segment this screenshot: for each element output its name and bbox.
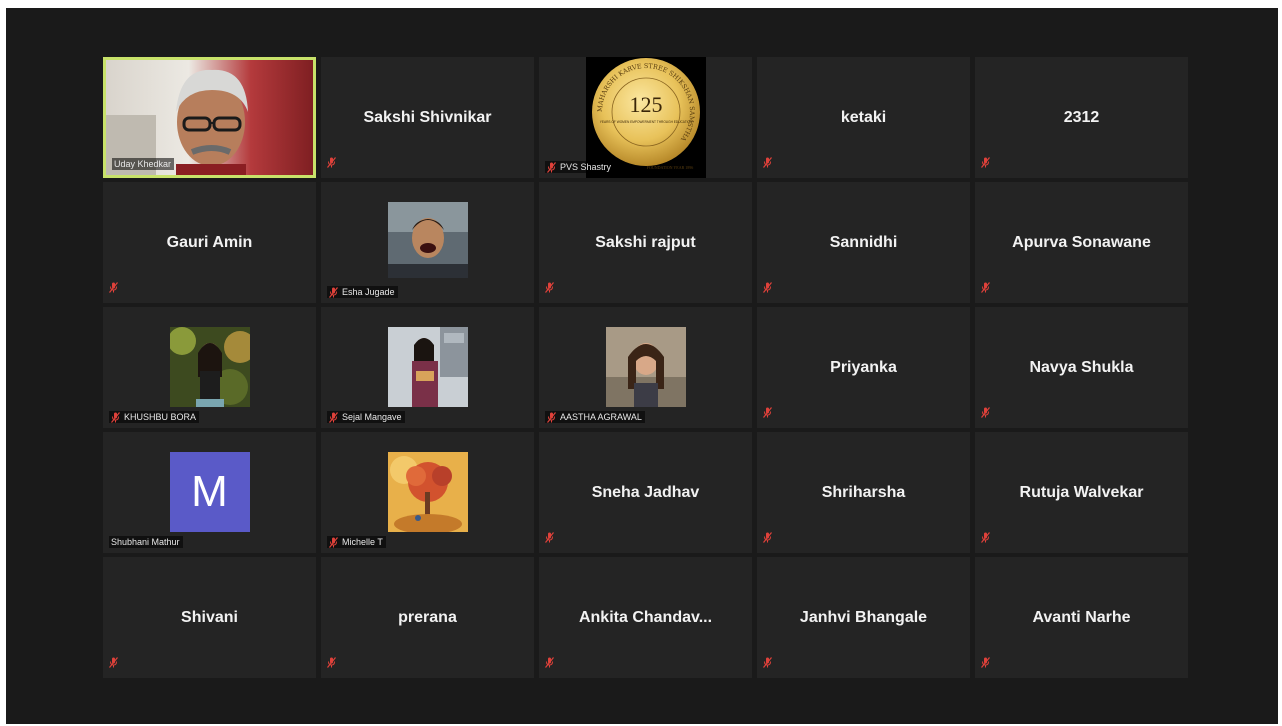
muted-microphone-icon bbox=[763, 280, 772, 298]
muted-microphone-icon bbox=[763, 530, 772, 548]
participant-name: Uday Khedkar bbox=[114, 159, 172, 169]
participant-tile[interactable]: Gauri Amin bbox=[103, 182, 316, 303]
muted-microphone-icon bbox=[327, 655, 336, 673]
participant-tile[interactable]: ketaki bbox=[757, 57, 970, 178]
muted-microphone-icon bbox=[329, 286, 338, 298]
participant-name: prerana bbox=[398, 608, 457, 626]
participant-name-label: Michelle T bbox=[327, 536, 386, 548]
participant-name: Navya Shukla bbox=[1029, 358, 1134, 376]
participant-tile[interactable]: Ankita Chandav... bbox=[539, 557, 752, 678]
participant-tile[interactable]: prerana bbox=[321, 557, 534, 678]
participant-name: Sakshi Shivnikar bbox=[363, 108, 492, 126]
participant-name: ketaki bbox=[840, 108, 887, 126]
participant-name: Esha Jugade bbox=[342, 287, 395, 297]
participant-name-label: AASTHA AGRAWAL bbox=[545, 411, 645, 423]
muted-microphone-icon bbox=[547, 411, 556, 423]
participant-name-label: PVS Shastry bbox=[545, 161, 615, 173]
participant-name: PVS Shastry bbox=[560, 162, 612, 172]
muted-microphone-icon bbox=[109, 655, 118, 673]
participant-tile[interactable]: Esha Jugade bbox=[321, 182, 534, 303]
participant-tile[interactable]: Rutuja Walvekar bbox=[975, 432, 1188, 553]
muted-microphone-icon bbox=[981, 655, 990, 673]
participant-name: KHUSHBU BORA bbox=[124, 412, 197, 422]
muted-microphone-icon bbox=[327, 155, 336, 173]
logo-tagline: YEARS OF WOMEN EMPOWERMENT THROUGH EDUCA… bbox=[599, 120, 692, 124]
participant-name: Shriharsha bbox=[821, 483, 906, 501]
participant-tile[interactable]: Sejal Mangave bbox=[321, 307, 534, 428]
participant-tile[interactable]: KHUSHBU BORA bbox=[103, 307, 316, 428]
participant-tile[interactable]: Avanti Narhe bbox=[975, 557, 1188, 678]
muted-microphone-icon bbox=[329, 536, 338, 548]
muted-microphone-icon bbox=[981, 155, 990, 173]
profile-picture bbox=[169, 327, 250, 407]
participant-name: Sannidhi bbox=[829, 233, 898, 251]
profile-picture bbox=[387, 202, 468, 282]
logo-number: 125 bbox=[629, 92, 662, 117]
profile-picture bbox=[387, 452, 468, 532]
participant-tile[interactable]: Sakshi Shivnikar bbox=[321, 57, 534, 178]
participant-name: Shivani bbox=[181, 608, 238, 626]
muted-microphone-icon bbox=[981, 405, 990, 423]
muted-microphone-icon bbox=[111, 411, 120, 423]
profile-picture bbox=[387, 327, 468, 407]
participant-name: Sakshi rajput bbox=[595, 233, 696, 251]
logo-founded: FOUNDATION YEAR 1896 bbox=[646, 165, 693, 170]
participant-name: Priyanka bbox=[830, 358, 897, 376]
meeting-stage: Uday Khedkar Sakshi Shivnikar MAHARSHI KAR… bbox=[6, 8, 1278, 724]
participant-name-label: KHUSHBU BORA bbox=[109, 411, 200, 423]
muted-microphone-icon bbox=[981, 280, 990, 298]
participant-name: AASTHA AGRAWAL bbox=[560, 412, 642, 422]
participant-tile[interactable]: 2312 bbox=[975, 57, 1188, 178]
muted-microphone-icon bbox=[547, 161, 556, 173]
participant-name: Sneha Jadhav bbox=[591, 483, 700, 501]
muted-microphone-icon bbox=[763, 405, 772, 423]
participant-tile[interactable]: Sannidhi bbox=[757, 182, 970, 303]
participant-name-label: Esha Jugade bbox=[327, 286, 398, 298]
participant-name: Sejal Mangave bbox=[342, 412, 402, 422]
participant-name: Apurva Sonawane bbox=[1012, 233, 1151, 251]
muted-microphone-icon bbox=[329, 411, 338, 423]
muted-microphone-icon bbox=[763, 655, 772, 673]
participant-name: Ankita Chandav... bbox=[578, 608, 713, 626]
participant-tile[interactable]: MAHARSHI KARVE STREE SHIKSHAN SAMSTHA 125… bbox=[539, 57, 752, 178]
participant-tile[interactable]: Sakshi rajput bbox=[539, 182, 752, 303]
organization-logo: MAHARSHI KARVE STREE SHIKSHAN SAMSTHA 125… bbox=[585, 57, 706, 178]
participant-name: Avanti Narhe bbox=[1032, 608, 1131, 626]
participant-name: Shubhani Mathur bbox=[111, 537, 180, 547]
participant-name-label: Sejal Mangave bbox=[327, 411, 405, 423]
participant-tile[interactable]: M Shubhani Mathur bbox=[103, 432, 316, 553]
muted-microphone-icon bbox=[545, 280, 554, 298]
muted-microphone-icon bbox=[981, 530, 990, 548]
participant-name: Rutuja Walvekar bbox=[1019, 483, 1144, 501]
participant-name: Janhvi Bhangale bbox=[799, 608, 928, 626]
participant-name: 2312 bbox=[1063, 108, 1100, 126]
participant-tile[interactable]: Sneha Jadhav bbox=[539, 432, 752, 553]
participant-tile[interactable]: Michelle T bbox=[321, 432, 534, 553]
participant-tile[interactable]: Uday Khedkar bbox=[103, 57, 316, 178]
muted-microphone-icon bbox=[763, 155, 772, 173]
participant-tile[interactable]: AASTHA AGRAWAL bbox=[539, 307, 752, 428]
muted-microphone-icon bbox=[545, 530, 554, 548]
participant-name: Michelle T bbox=[342, 537, 383, 547]
participant-tile[interactable]: Navya Shukla bbox=[975, 307, 1188, 428]
participant-tile[interactable]: Shivani bbox=[103, 557, 316, 678]
participant-tile[interactable]: Janhvi Bhangale bbox=[757, 557, 970, 678]
gallery-grid: Uday Khedkar Sakshi Shivnikar MAHARSHI KAR… bbox=[103, 57, 1188, 678]
muted-microphone-icon bbox=[109, 280, 118, 298]
participant-name: Gauri Amin bbox=[166, 233, 253, 251]
participant-tile[interactable]: Shriharsha bbox=[757, 432, 970, 553]
participant-name-label: Uday Khedkar bbox=[112, 158, 175, 170]
participant-tile[interactable]: Apurva Sonawane bbox=[975, 182, 1188, 303]
muted-microphone-icon bbox=[545, 655, 554, 673]
profile-picture bbox=[605, 327, 686, 407]
initial-avatar: M bbox=[169, 452, 250, 532]
participant-name-label: Shubhani Mathur bbox=[109, 536, 183, 548]
participant-tile[interactable]: Priyanka bbox=[757, 307, 970, 428]
